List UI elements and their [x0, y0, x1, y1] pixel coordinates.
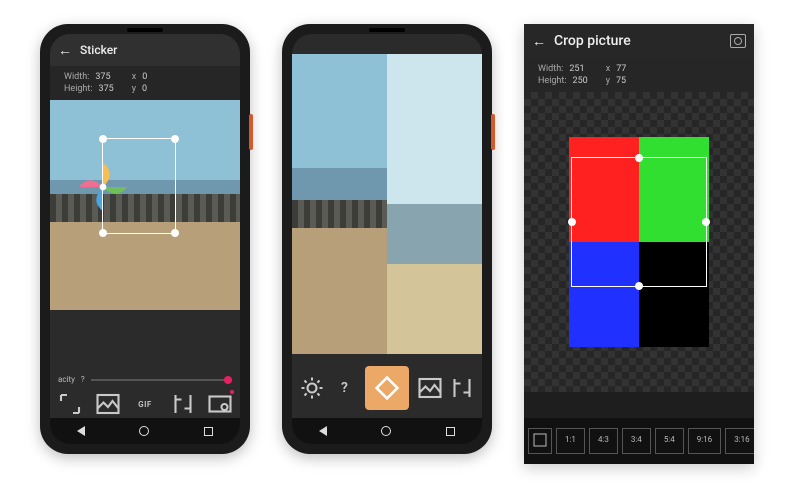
- y-label: y: [606, 76, 610, 86]
- dimension-readout: Width: 251 Height: 250 x 77 y 75: [524, 58, 754, 92]
- tool-row: GIF: [50, 392, 240, 416]
- app-toolbar: ← Sticker: [50, 34, 240, 66]
- notification-dot: [230, 390, 234, 394]
- crop-box[interactable]: [571, 157, 707, 287]
- nav-recent-icon[interactable]: [204, 427, 213, 436]
- nav-back-icon[interactable]: [319, 426, 327, 436]
- handle-r[interactable]: [702, 218, 710, 226]
- x-value: 77: [616, 64, 626, 74]
- power-button: [491, 114, 495, 150]
- shape-tile-diamond[interactable]: [365, 366, 409, 410]
- y-value: 75: [616, 76, 626, 86]
- editor-canvas[interactable]: [292, 54, 482, 354]
- gif-icon[interactable]: GIF: [133, 392, 157, 416]
- help-icon[interactable]: ?: [81, 375, 85, 384]
- compare-icon[interactable]: [450, 376, 474, 400]
- free-crop-icon[interactable]: [528, 428, 552, 454]
- nav-back-icon[interactable]: [77, 426, 85, 436]
- camera-icon[interactable]: [730, 34, 746, 48]
- y-label: y: [132, 84, 136, 94]
- crop-canvas[interactable]: [524, 92, 754, 392]
- settings-icon[interactable]: [300, 376, 324, 400]
- handle-t[interactable]: [635, 154, 643, 162]
- effects-icon[interactable]: [208, 392, 232, 416]
- compare-icon[interactable]: [171, 392, 195, 416]
- nav-home-icon[interactable]: [381, 426, 391, 436]
- width-label: Width:: [64, 72, 89, 82]
- help-icon[interactable]: ?: [333, 376, 357, 400]
- x-label: x: [606, 64, 610, 74]
- photo-right: [387, 54, 482, 354]
- handle-tl[interactable]: [99, 135, 107, 143]
- x-label: x: [132, 72, 136, 82]
- slider-track[interactable]: [91, 379, 232, 381]
- ratio-chip[interactable]: 3:4: [622, 428, 651, 454]
- height-value: 375: [99, 84, 114, 94]
- y-value: 0: [142, 84, 147, 94]
- test-image: [569, 137, 709, 347]
- page-title: Crop picture: [554, 33, 631, 49]
- opacity-slider[interactable]: acity ?: [58, 375, 232, 384]
- nav-home-icon[interactable]: [139, 426, 149, 436]
- handle-l[interactable]: [568, 218, 576, 226]
- stage: ← Sticker Width:375 Height:375 x0 y0: [0, 0, 800, 488]
- phone-frame-sticker: ← Sticker Width:375 Height:375 x0 y0: [40, 24, 250, 454]
- width-label: Width:: [538, 64, 563, 74]
- width-value: 375: [95, 72, 110, 82]
- ratio-chip[interactable]: 9:16: [688, 428, 721, 454]
- nav-recent-icon[interactable]: [446, 427, 455, 436]
- screen-shape: ?: [292, 34, 482, 444]
- slider-thumb[interactable]: [224, 376, 232, 384]
- opacity-label: acity: [58, 375, 75, 384]
- ratio-chip[interactable]: 1:1: [556, 428, 585, 454]
- height-value: 250: [573, 76, 588, 86]
- ratio-chip[interactable]: 4:3: [589, 428, 618, 454]
- phone-frame-shape: ?: [282, 24, 492, 454]
- handle-bl[interactable]: [99, 229, 107, 237]
- crop-panel: ← Crop picture Width: 251 Height: 250 x 77 …: [524, 24, 754, 464]
- x-value: 0: [142, 72, 147, 82]
- editor-canvas[interactable]: [50, 100, 240, 310]
- screen-sticker: ← Sticker Width:375 Height:375 x0 y0: [50, 34, 240, 444]
- aspect-ratio-row: 1:1 4:3 3:4 5:4 9:16 3:16: [524, 418, 754, 464]
- height-label: Height:: [538, 76, 567, 86]
- handle-tr[interactable]: [171, 135, 179, 143]
- app-toolbar: ← Crop picture: [524, 24, 754, 58]
- power-button: [249, 114, 253, 150]
- height-label: Height:: [64, 84, 93, 94]
- image-icon[interactable]: [96, 392, 120, 416]
- ratio-chip[interactable]: 3:16: [725, 428, 754, 454]
- handle-br[interactable]: [171, 229, 179, 237]
- android-nav: [292, 418, 482, 444]
- back-icon[interactable]: ←: [532, 33, 546, 50]
- back-icon[interactable]: ←: [58, 42, 72, 59]
- dimension-readout: Width:375 Height:375 x0 y0: [50, 66, 240, 100]
- android-nav: [50, 418, 240, 444]
- ratio-chip[interactable]: 5:4: [655, 428, 684, 454]
- page-title: Sticker: [80, 43, 117, 57]
- handle-b[interactable]: [635, 282, 643, 290]
- image-icon[interactable]: [418, 376, 442, 400]
- expand-icon[interactable]: [58, 392, 82, 416]
- tool-row: ?: [292, 366, 482, 410]
- selection-box[interactable]: [102, 138, 176, 234]
- width-value: 251: [569, 64, 584, 74]
